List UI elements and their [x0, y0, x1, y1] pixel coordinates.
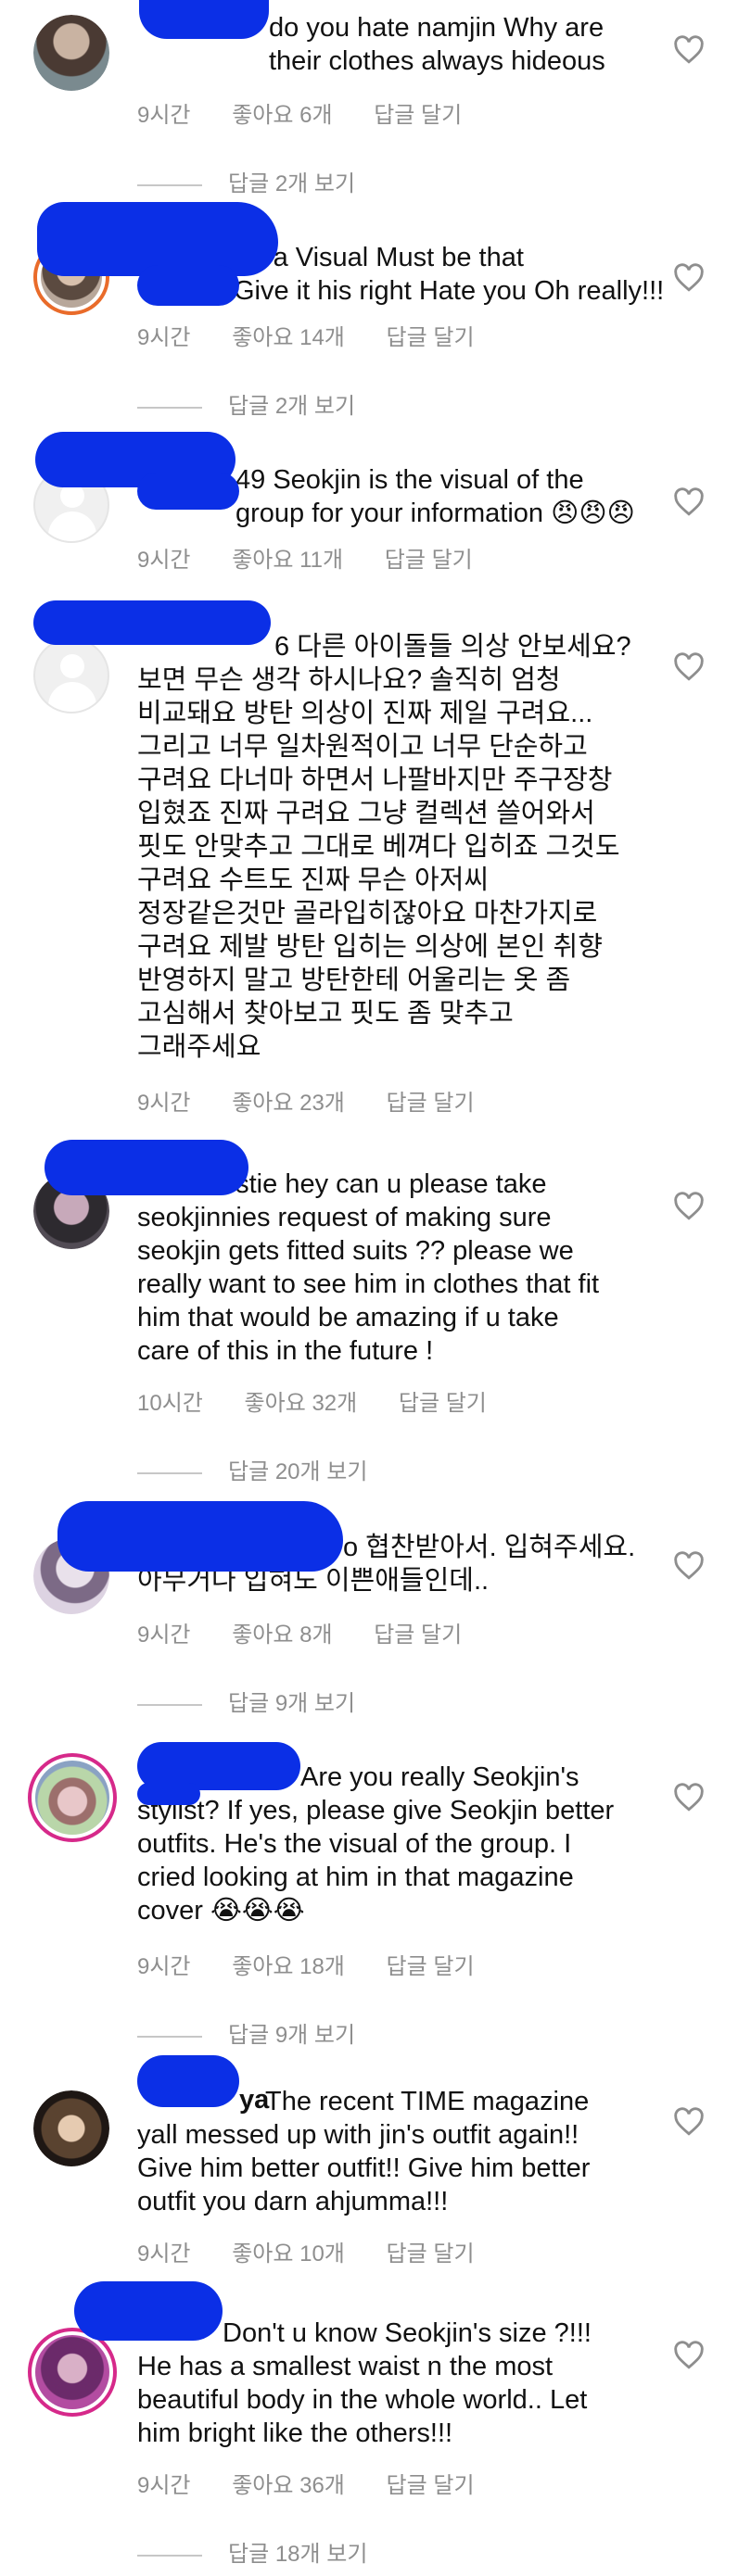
view-replies-button[interactable]: 답글 9개 보기: [137, 1685, 355, 1717]
comment-time: 10시간: [137, 1391, 203, 1416]
heart-icon[interactable]: [673, 2341, 705, 2370]
comment-meta: 9시간 좋아요 10개 답글 달기: [137, 2235, 510, 2267]
comment-text: 6 다른 아이돌들 의상 안보세요? 보면 무슨 생각 하시나요? 솔직히 엄청…: [137, 632, 631, 1062]
view-replies-button[interactable]: 답글 20개 보기: [137, 1453, 367, 1485]
comment-time: 9시간: [137, 548, 191, 573]
comment-time: 9시간: [137, 1091, 191, 1116]
redaction-scribble: [33, 600, 271, 645]
redaction-scribble: [74, 2281, 223, 2341]
comment-time: 9시간: [137, 325, 191, 350]
view-replies-button[interactable]: 답글 2개 보기: [137, 387, 355, 420]
avatar[interactable]: [33, 638, 109, 713]
comment-likes[interactable]: 좋아요 32개: [245, 1391, 358, 1416]
divider: [137, 1471, 202, 1474]
comment-meta: 9시간 좋아요 36개 답글 달기: [137, 2467, 510, 2499]
redaction-scribble: [137, 265, 239, 306]
heart-icon[interactable]: [673, 1551, 705, 1581]
reply-button[interactable]: 답글 달기: [387, 2473, 475, 2498]
view-replies-label: 답글 2개 보기: [228, 171, 356, 196]
comment-likes[interactable]: 좋아요 23개: [232, 1091, 345, 1116]
redaction-scribble: [45, 1140, 248, 1195]
view-replies-label: 답글 2개 보기: [228, 394, 356, 419]
comment-likes[interactable]: 좋아요 18개: [232, 1954, 345, 1979]
comment-likes[interactable]: 좋아요 11개: [232, 548, 343, 573]
comment-likes[interactable]: 좋아요 14개: [232, 325, 345, 350]
comment-text: Don't u know Seokjin's size ?!!! He has …: [137, 2318, 592, 2448]
redaction-scribble: [137, 2055, 239, 2107]
heart-icon[interactable]: [673, 35, 705, 65]
divider: [137, 1703, 202, 1706]
comment-meta: 9시간 좋아요 8개 답글 달기: [137, 1616, 497, 1648]
comment-feed: do you hate namjin Why are their clothes…: [0, 0, 751, 2576]
view-replies-button[interactable]: 답글 18개 보기: [137, 2535, 367, 2568]
comment-time: 9시간: [137, 1623, 191, 1648]
view-replies-label: 답글 18개 보기: [228, 2542, 368, 2567]
heart-icon[interactable]: [673, 263, 705, 293]
comment-text: do you hate namjin Why are their clothes…: [269, 13, 605, 76]
comment-username[interactable]: ya: [239, 2085, 269, 2115]
heart-icon[interactable]: [673, 652, 705, 682]
reply-button[interactable]: 답글 달기: [385, 548, 473, 573]
avatar[interactable]: [33, 15, 109, 91]
comment-likes[interactable]: 좋아요 36개: [232, 2473, 345, 2498]
heart-icon[interactable]: [673, 1192, 705, 1221]
comment-text: estie hey can u please take seokjinnies …: [137, 1169, 600, 1366]
reply-button[interactable]: 답글 달기: [387, 2241, 475, 2267]
heart-icon[interactable]: [673, 487, 705, 517]
redaction-scribble: [137, 1783, 200, 1805]
divider: [137, 183, 202, 186]
reply-button[interactable]: 답글 달기: [374, 1623, 462, 1648]
avatar[interactable]: [28, 1753, 117, 1842]
view-replies-label: 답글 9개 보기: [228, 1691, 356, 1716]
avatar[interactable]: [33, 2090, 109, 2166]
comment-meta: 9시간 좋아요 23개 답글 달기: [137, 1084, 510, 1117]
reply-button[interactable]: 답글 달기: [387, 1954, 475, 1979]
reply-button[interactable]: 답글 달기: [387, 1091, 475, 1116]
reply-button[interactable]: 답글 달기: [399, 1391, 487, 1416]
divider: [137, 2554, 202, 2557]
comment-meta: 9시간 좋아요 11개 답글 달기: [137, 541, 508, 574]
divider: [137, 406, 202, 409]
view-replies-label: 답글 9개 보기: [228, 2023, 356, 2048]
view-replies-label: 답글 20개 보기: [228, 1459, 368, 1484]
comment-meta: 9시간 좋아요 18개 답글 달기: [137, 1948, 510, 1980]
comment-text: 49 Seokjin is the visual of the group fo…: [235, 465, 635, 528]
heart-icon[interactable]: [673, 1783, 705, 1812]
comment-likes[interactable]: 좋아요 10개: [232, 2241, 345, 2267]
view-replies-button[interactable]: 답글 2개 보기: [137, 165, 355, 197]
comment-likes[interactable]: 좋아요 8개: [232, 1623, 332, 1648]
comment-likes[interactable]: 좋아요 6개: [232, 103, 332, 128]
divider: [137, 2035, 202, 2038]
comment-time: 9시간: [137, 2473, 191, 2498]
heart-icon[interactable]: [673, 2107, 705, 2137]
view-replies-button[interactable]: 답글 9개 보기: [137, 2016, 355, 2049]
redaction-scribble: [137, 473, 239, 510]
reply-button[interactable]: 답글 달기: [387, 325, 475, 350]
comment-meta: 9시간 좋아요 6개 답글 달기: [137, 96, 497, 129]
redaction-scribble: [139, 0, 269, 39]
reply-button[interactable]: 답글 달기: [374, 103, 462, 128]
comment-meta: 9시간 좋아요 14개 답글 달기: [137, 319, 510, 351]
comment-meta: 10시간 좋아요 32개 답글 달기: [137, 1384, 522, 1417]
comment-time: 9시간: [137, 2241, 191, 2267]
comment-time: 9시간: [137, 1954, 191, 1979]
redaction-scribble: [57, 1501, 343, 1572]
comment-time: 9시간: [137, 103, 191, 128]
avatar[interactable]: [28, 2328, 117, 2417]
comment-text: it's a Visual Must be that Give it his r…: [234, 243, 665, 306]
